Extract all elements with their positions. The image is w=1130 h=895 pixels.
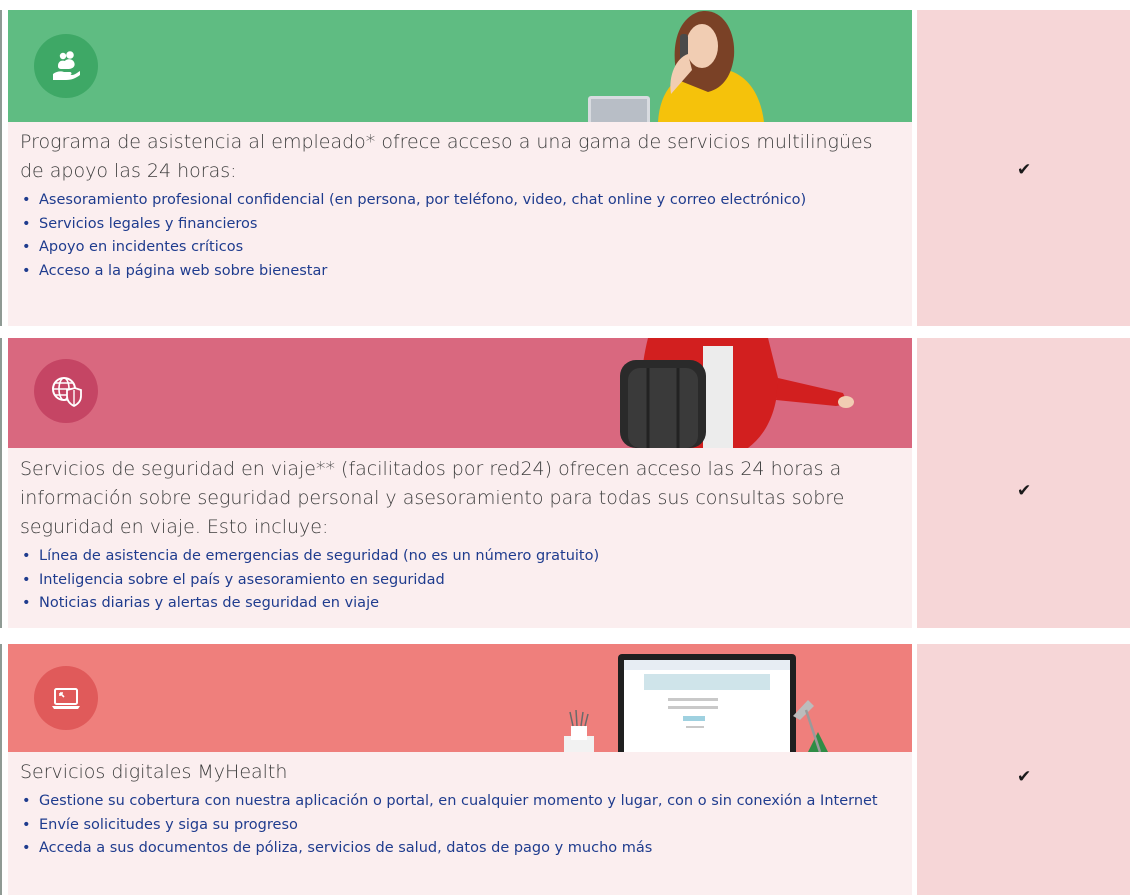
list-item: Envíe solicitudes y siga su progreso — [20, 814, 892, 838]
banner-image — [8, 644, 912, 752]
check-icon: ✔ — [1017, 767, 1032, 787]
benefit-list: Gestione su cobertura con nuestra aplica… — [20, 790, 892, 861]
globe-shield-icon — [52, 377, 82, 407]
service-icon-badge — [34, 359, 98, 423]
benefit-intro: Servicios digitales MyHealth — [20, 761, 288, 783]
benefit-row-travel-security: Servicios de seguridad en viaje** (facil… — [0, 338, 1130, 628]
benefit-intro: Programa de asistencia al empleado* ofre… — [20, 131, 873, 182]
benefit-intro: Servicios de seguridad en viaje** (facil… — [20, 458, 845, 538]
list-item: Servicios legales y financieros — [20, 213, 892, 237]
list-item: Noticias diarias y alertas de seguridad … — [20, 592, 892, 616]
benefit-description-cell: Programa de asistencia al empleado* ofre… — [8, 10, 912, 326]
coverage-cell: ✔ — [917, 10, 1130, 326]
banner-illustration-woman-phone — [588, 11, 764, 122]
banner-illustration-traveller-suitcase — [620, 338, 854, 448]
banner-illustration-desk-computer — [564, 654, 828, 752]
list-item: Acceso a la página web sobre bienestar — [20, 260, 892, 284]
list-item: Línea de asistencia de emergencias de se… — [20, 545, 892, 569]
row-divider — [0, 644, 2, 895]
benefit-list: Asesoramiento profesional confidencial (… — [20, 189, 892, 283]
list-item: Asesoramiento profesional confidencial (… — [20, 189, 892, 213]
list-item: Acceda a sus documentos de póliza, servi… — [20, 837, 892, 861]
coverage-cell: ✔ — [917, 338, 1130, 628]
banner-image — [8, 338, 912, 448]
benefit-text: Programa de asistencia al empleado* ofre… — [20, 128, 892, 283]
hand-people-icon — [53, 51, 80, 80]
list-item: Inteligencia sobre el país y asesoramien… — [20, 569, 892, 593]
benefit-text: Servicios de seguridad en viaje** (facil… — [20, 455, 892, 616]
benefit-row-employee-assistance: Programa de asistencia al empleado* ofre… — [0, 10, 1130, 326]
benefit-list: Línea de asistencia de emergencias de se… — [20, 545, 892, 616]
benefit-description-cell: Servicios de seguridad en viaje** (facil… — [8, 338, 912, 628]
list-item: Gestione su cobertura con nuestra aplica… — [20, 790, 892, 814]
row-divider — [0, 10, 2, 326]
benefit-text: Servicios digitales MyHealth Gestione su… — [20, 758, 892, 861]
coverage-cell: ✔ — [917, 644, 1130, 895]
row-divider — [0, 338, 2, 628]
banner-image — [8, 10, 912, 122]
check-icon: ✔ — [1017, 481, 1032, 501]
list-item: Apoyo en incidentes críticos — [20, 236, 892, 260]
laptop-icon — [52, 688, 80, 709]
check-icon: ✔ — [1017, 160, 1032, 180]
service-icon-badge — [34, 666, 98, 730]
service-icon-badge — [34, 34, 98, 98]
benefit-description-cell: Servicios digitales MyHealth Gestione su… — [8, 644, 912, 895]
benefit-row-myhealth-digital: Servicios digitales MyHealth Gestione su… — [0, 644, 1130, 895]
